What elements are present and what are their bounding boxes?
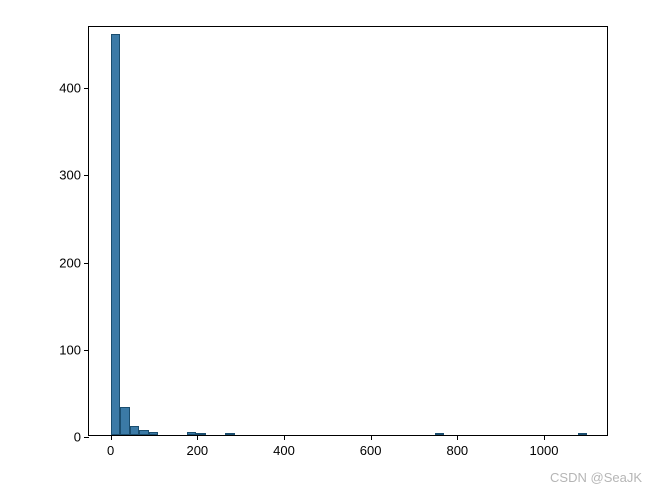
plot-area bbox=[89, 27, 607, 435]
histogram-bar bbox=[225, 433, 235, 435]
y-tick-label: 0 bbox=[74, 430, 81, 445]
x-tick bbox=[544, 435, 545, 440]
x-tick-label: 1000 bbox=[530, 443, 559, 458]
watermark-text: CSDN @SeaJK bbox=[550, 470, 642, 485]
x-tick-label: 0 bbox=[107, 443, 114, 458]
x-tick-label: 600 bbox=[360, 443, 382, 458]
x-tick bbox=[197, 435, 198, 440]
x-tick-label: 800 bbox=[446, 443, 468, 458]
histogram-bar bbox=[435, 433, 445, 435]
histogram-bar bbox=[111, 34, 121, 435]
y-tick bbox=[84, 175, 89, 176]
y-tick-label: 300 bbox=[59, 168, 81, 183]
histogram-bar bbox=[139, 430, 149, 435]
y-tick-label: 200 bbox=[59, 255, 81, 270]
chart-axes: 0100200300400 02004006008001000 bbox=[88, 26, 608, 436]
histogram-bar bbox=[130, 426, 140, 435]
histogram-bar bbox=[187, 432, 197, 435]
histogram-bar bbox=[578, 433, 588, 435]
y-tick bbox=[84, 263, 89, 264]
x-tick bbox=[284, 435, 285, 440]
y-tick bbox=[84, 88, 89, 89]
x-tick-label: 400 bbox=[273, 443, 295, 458]
y-tick-label: 400 bbox=[59, 81, 81, 96]
x-tick bbox=[111, 435, 112, 440]
x-tick-label: 200 bbox=[186, 443, 208, 458]
histogram-bar bbox=[149, 432, 159, 435]
y-tick bbox=[84, 437, 89, 438]
x-tick bbox=[457, 435, 458, 440]
y-tick bbox=[84, 350, 89, 351]
histogram-bar bbox=[120, 407, 130, 435]
x-tick bbox=[371, 435, 372, 440]
y-tick-label: 100 bbox=[59, 342, 81, 357]
